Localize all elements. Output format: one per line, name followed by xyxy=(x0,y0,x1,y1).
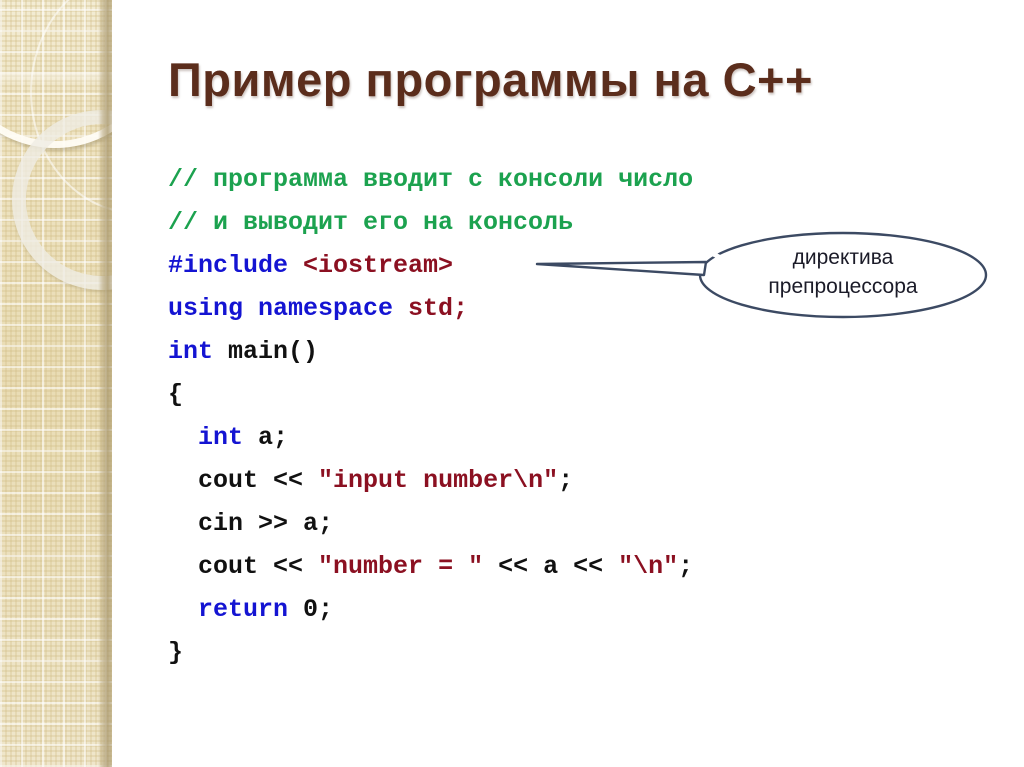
code-token-plain: ; xyxy=(558,466,574,495)
decorative-ring-small-icon xyxy=(12,110,112,290)
code-token-keyword: #include xyxy=(168,251,304,280)
code-token-plain: ; xyxy=(678,552,694,581)
code-token-plain: cout << xyxy=(198,466,319,495)
decorative-sidebar xyxy=(0,0,112,767)
code-token-plain: { xyxy=(168,380,184,409)
code-token-plain: cin >> a; xyxy=(198,509,334,538)
code-line: { xyxy=(168,373,693,416)
code-token-comment: // программа вводит с консоли число xyxy=(168,165,694,194)
code-token-string: "number = " xyxy=(318,552,484,581)
code-token-keyword: using namespace xyxy=(168,294,409,323)
slide: Пример программы на C++ // программа вво… xyxy=(0,0,1024,767)
code-token-plain: main() xyxy=(228,337,319,366)
code-token-plain: } xyxy=(168,638,184,667)
code-line: int main() xyxy=(168,330,693,373)
code-line: cin >> a; xyxy=(168,502,693,545)
code-token-plain: << a << xyxy=(483,552,619,581)
code-line: // программа вводит с консоли число xyxy=(168,158,693,201)
decorative-sheen xyxy=(0,74,112,86)
code-token-string: std; xyxy=(408,294,469,323)
code-token-keyword: return xyxy=(198,595,304,624)
code-line: cout << "number = " << a << "\n"; xyxy=(168,545,693,588)
code-token-plain: a; xyxy=(258,423,289,452)
code-line: } xyxy=(168,631,693,674)
code-token-string: <iostream> xyxy=(303,251,454,280)
code-token-keyword: int xyxy=(168,337,229,366)
code-token-comment: // и выводит его на консоль xyxy=(168,208,574,237)
callout-label: директива препроцессора xyxy=(700,243,986,301)
callout-line-2: препроцессора xyxy=(768,275,918,298)
page-title: Пример программы на C++ xyxy=(168,53,813,106)
code-line: return 0; xyxy=(168,588,693,631)
code-token-plain: 0; xyxy=(303,595,334,624)
code-token-string: "\n" xyxy=(618,552,679,581)
sidebar-edge-stripe xyxy=(98,0,112,767)
code-token-plain: cout << xyxy=(198,552,319,581)
code-token-string: "input number\n" xyxy=(318,466,559,495)
code-line: cout << "input number\n"; xyxy=(168,459,693,502)
callout-tail xyxy=(535,260,708,277)
code-line: int a; xyxy=(168,416,693,459)
callout-line-1: директива xyxy=(792,246,894,269)
code-token-keyword: int xyxy=(198,423,259,452)
